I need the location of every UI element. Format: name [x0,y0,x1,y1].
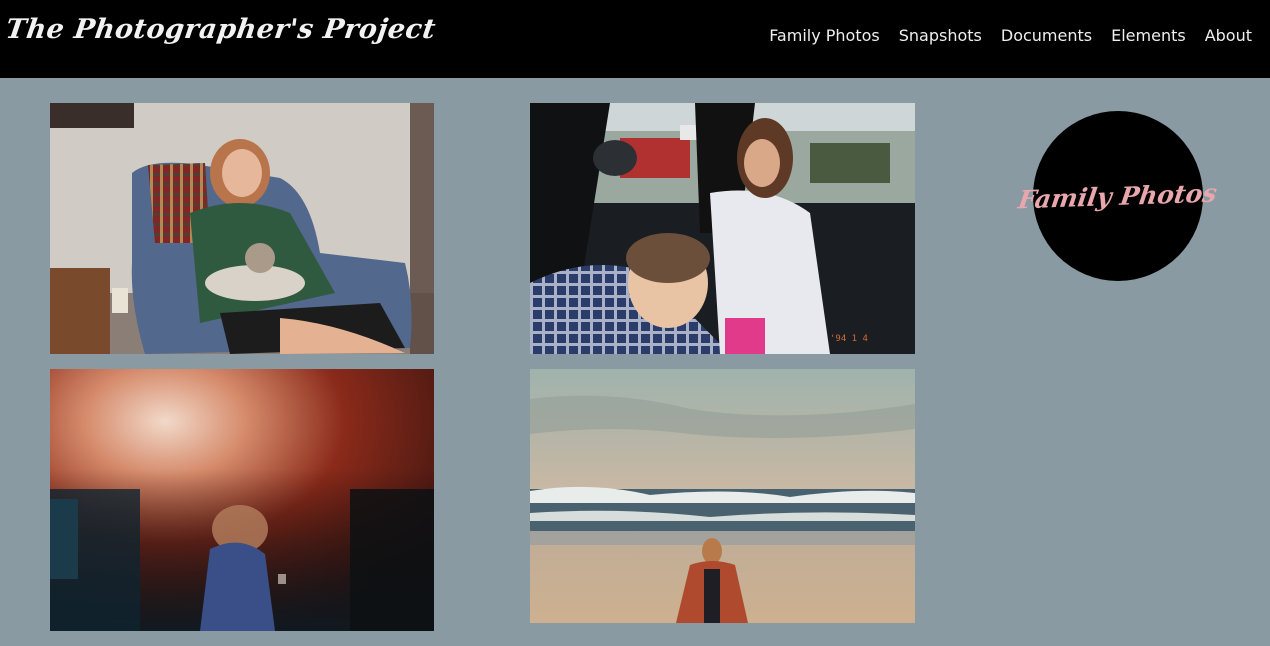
photo-girl-on-beach-image [530,369,915,623]
gallery-photo-light-leak-girl[interactable] [50,369,434,631]
top-navigation-bar: The Photographer's Project Family Photos… [0,0,1270,78]
nav-link-family-photos[interactable]: Family Photos [769,26,880,45]
gallery-photo-girl-on-beach[interactable] [530,369,915,623]
site-title-link[interactable]: The Photographer's Project [4,14,438,45]
family-photos-badge[interactable]: Family Photos [1017,111,1219,281]
photo-woman-with-cat-image [50,103,434,354]
nav-link-about[interactable]: About [1205,26,1252,45]
nav-link-elements[interactable]: Elements [1111,26,1186,45]
gallery-photo-children-in-car[interactable]: '94 1 4 [530,103,915,354]
photo-children-in-car-image: '94 1 4 [530,103,915,354]
nav-link-documents[interactable]: Documents [1001,26,1092,45]
photo-date-stamp: '94 1 4 [830,334,868,344]
badge-label: Family Photos [1016,178,1220,214]
nav-link-snapshots[interactable]: Snapshots [899,26,982,45]
gallery-photo-woman-with-cat[interactable] [50,103,434,354]
main-nav: Family Photos Snapshots Documents Elemen… [769,26,1252,45]
photo-light-leak-girl-image [50,369,434,631]
